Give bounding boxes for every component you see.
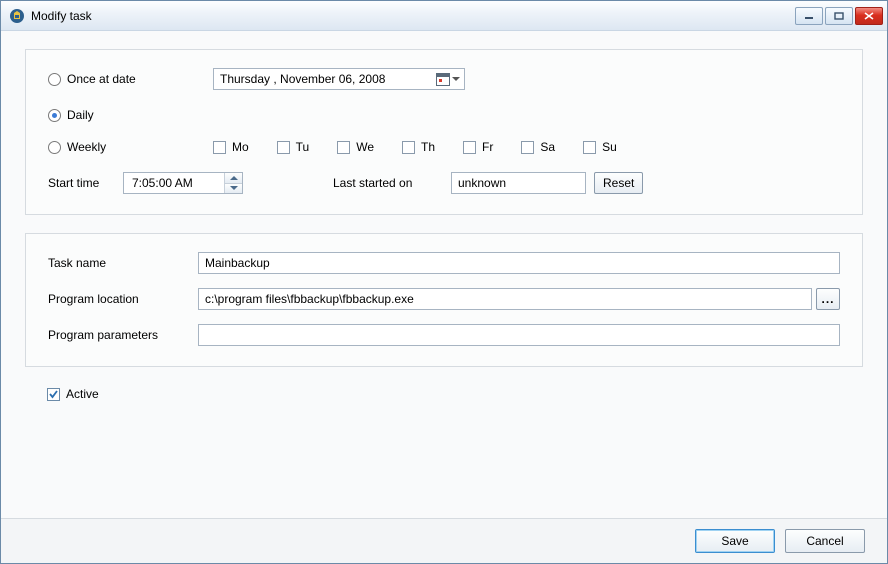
once-at-date-label: Once at date: [67, 72, 136, 86]
weekly-label: Weekly: [67, 140, 106, 154]
schedule-group: Once at date Thursday , November 06, 200…: [25, 49, 863, 215]
task-name-label: Task name: [48, 256, 198, 270]
browse-button[interactable]: ...: [816, 288, 840, 310]
th-label: Th: [421, 140, 435, 154]
once-at-date-radio[interactable]: [48, 73, 61, 86]
start-time-input[interactable]: 7:05:00 AM: [123, 172, 243, 194]
app-icon: [9, 8, 25, 24]
save-button[interactable]: Save: [695, 529, 775, 553]
mo-checkbox[interactable]: [213, 141, 226, 154]
mo-label: Mo: [232, 140, 249, 154]
modify-task-window: Modify task Once at date Thursday , N: [0, 0, 888, 564]
client-area: Once at date Thursday , November 06, 200…: [1, 31, 887, 518]
program-parameters-input[interactable]: [198, 324, 840, 346]
we-checkbox[interactable]: [337, 141, 350, 154]
program-location-label: Program location: [48, 292, 198, 306]
fr-checkbox[interactable]: [463, 141, 476, 154]
weekly-radio[interactable]: [48, 141, 61, 154]
maximize-button[interactable]: [825, 7, 853, 25]
reset-button[interactable]: Reset: [594, 172, 643, 194]
program-location-input[interactable]: c:\program files\fbbackup\fbbackup.exe: [198, 288, 812, 310]
last-started-value-box: unknown: [451, 172, 586, 194]
sa-label: Sa: [540, 140, 555, 154]
chevron-down-icon: [452, 77, 460, 81]
su-label: Su: [602, 140, 617, 154]
we-label: We: [356, 140, 374, 154]
task-group: Task name Mainbackup Program location c:…: [25, 233, 863, 367]
last-started-label: Last started on: [333, 176, 433, 190]
task-name-input[interactable]: Mainbackup: [198, 252, 840, 274]
time-spin-up[interactable]: [225, 173, 242, 184]
daily-radio[interactable]: [48, 109, 61, 122]
date-value: Thursday , November 06, 2008: [220, 72, 385, 86]
weekday-checkboxes: Mo Tu We Th Fr Sa Su: [213, 140, 617, 154]
tu-checkbox[interactable]: [277, 141, 290, 154]
fr-label: Fr: [482, 140, 493, 154]
active-checkbox[interactable]: [47, 388, 60, 401]
active-label: Active: [66, 387, 99, 401]
start-time-label: Start time: [48, 176, 123, 190]
calendar-icon[interactable]: [436, 73, 450, 86]
close-button[interactable]: [855, 7, 883, 25]
tu-label: Tu: [296, 140, 310, 154]
window-title: Modify task: [31, 9, 795, 23]
footer: Save Cancel: [1, 518, 887, 563]
last-started-value: unknown: [458, 176, 506, 190]
window-controls: [795, 7, 883, 25]
time-spin-down[interactable]: [225, 184, 242, 194]
minimize-button[interactable]: [795, 7, 823, 25]
cancel-button[interactable]: Cancel: [785, 529, 865, 553]
date-dropdown-button[interactable]: [436, 73, 460, 86]
sa-checkbox[interactable]: [521, 141, 534, 154]
program-parameters-label: Program parameters: [48, 328, 198, 342]
date-picker[interactable]: Thursday , November 06, 2008: [213, 68, 465, 90]
th-checkbox[interactable]: [402, 141, 415, 154]
start-time-value: 7:05:00 AM: [132, 176, 193, 190]
daily-label: Daily: [67, 108, 94, 122]
su-checkbox[interactable]: [583, 141, 596, 154]
titlebar: Modify task: [1, 1, 887, 31]
